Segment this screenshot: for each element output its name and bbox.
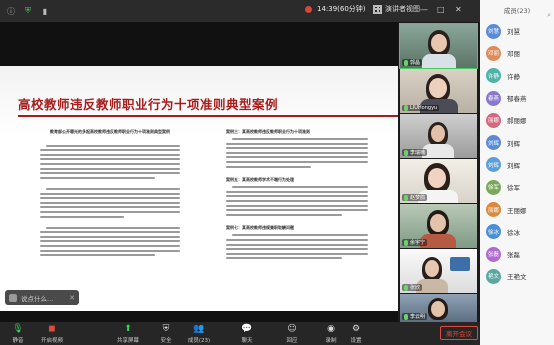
participant-name: 刘辉 (507, 161, 520, 170)
participant-name: 王艳文 (507, 273, 527, 282)
case-heading: 案例七：某高校教师违规兼职取酬问题 (226, 225, 294, 231)
video-tile[interactable]: 李云明 (400, 294, 477, 322)
participant-item[interactable]: 许静 许静 (480, 65, 554, 87)
microphone-icon: 🎙 (12, 324, 24, 334)
avatar: 邓丽 (486, 45, 501, 61)
chat-icon (9, 293, 17, 302)
mic-icon (404, 284, 408, 291)
avatar: 徐军 (486, 179, 501, 195)
meeting-timer: 14:39(60分钟) (305, 4, 366, 14)
shared-screen: 高校教师违反教师职业行为十项准则典型案例 教育部公开曝光的多起高校教师违反教师职… (0, 22, 398, 322)
mute-button[interactable]: 🎙 静音 (2, 323, 34, 344)
participant-name: 邓丽 (507, 50, 520, 59)
share-screen-button[interactable]: ⬆ 共享屏幕 (112, 323, 144, 344)
participant-item[interactable]: 春燕 郁春燕 (480, 87, 554, 109)
avatar: 丽娜 (486, 112, 501, 128)
video-tile[interactable]: 余宇宁 (400, 204, 477, 248)
close-icon[interactable]: ✕ (455, 5, 462, 14)
mic-icon (404, 239, 408, 246)
video-tile[interactable]: 赵梦鸽 (400, 159, 477, 203)
signal-icon[interactable]: ▮ (39, 5, 51, 17)
mic-icon (404, 59, 408, 66)
case-heading: 案例三：某高校教师违反教师职业行为十项准则 (226, 129, 310, 134)
chat-input-hint[interactable]: 说点什么... ✕ (5, 290, 79, 305)
share-screen-icon: ⬆ (124, 324, 132, 334)
chat-button[interactable]: 💬 聊天 (231, 323, 263, 344)
avatar: 刘辉 (486, 157, 501, 173)
avatar: 许静 (486, 68, 501, 84)
video-tile[interactable]: 李瑞楠 (400, 114, 477, 158)
document-heading: 教育部公开曝光的多起高校教师违反教师职业行为十项准则典型案例 (50, 129, 170, 134)
participant-item[interactable]: 艳文 王艳文 (480, 265, 554, 287)
avatar: 徐冰 (486, 224, 501, 240)
participant-name: 王丽娜 (507, 206, 527, 215)
minimize-icon[interactable]: — (420, 5, 428, 14)
participant-name: 刘辉 (507, 139, 520, 148)
participant-name: 张磊 (507, 251, 520, 260)
recording-dot-icon (305, 5, 312, 13)
slide-title: 高校教师违反教师职业行为十项准则典型案例 (18, 97, 279, 112)
leave-meeting-button[interactable]: 离开会议 (440, 326, 478, 340)
participant-item[interactable]: 邓丽 邓丽 (480, 42, 554, 64)
members-icon: 👥 (193, 324, 205, 334)
members-button[interactable]: 👥 成员(23) (183, 323, 215, 344)
participant-name: 徐军 (507, 184, 520, 193)
mic-icon (404, 149, 408, 156)
participant-item[interactable]: 刘慧 刘慧 (480, 20, 554, 42)
avatar: 艳文 (486, 268, 501, 284)
participant-item[interactable]: 徐冰 徐冰 (480, 221, 554, 243)
document-right-column: 案例三：某高校教师违反教师职业行为十项准则 案例五：某高校教师学术不端行为处理 … (226, 126, 368, 262)
security-button[interactable]: ⛨ 安全 (150, 323, 182, 344)
shield-icon[interactable]: ⛨ (22, 5, 34, 17)
participant-item[interactable]: 刘辉 刘辉 (480, 131, 554, 153)
shield-icon: ⛨ (162, 324, 170, 334)
participant-name: 徐冰 (507, 228, 520, 237)
avatar: 张磊 (486, 246, 501, 262)
document-left-column: 教育部公开曝光的多起高校教师违反教师职业行为十项准则典型案例 (40, 126, 180, 259)
grid-view-icon (373, 4, 382, 14)
participant-item[interactable]: 丽娜 郝丽娜 (480, 109, 554, 131)
mic-icon (404, 105, 408, 111)
top-bar: ⓘ ⛨ ▮ 14:39(60分钟) 演讲者视图 — □ ✕ (0, 0, 554, 22)
smile-icon: ☺ (287, 324, 297, 334)
participant-item[interactable]: 张磊 张磊 (480, 243, 554, 265)
participants-header: 成员(23) (503, 7, 531, 15)
avatar: 春燕 (486, 90, 501, 106)
search-icon[interactable]: ⌕ (547, 11, 551, 20)
participant-item[interactable]: 刘辉 刘辉 (480, 154, 554, 176)
case-heading: 案例五：某高校教师学术不端行为处理 (226, 177, 294, 183)
participant-name: 郝丽娜 (507, 117, 527, 126)
meeting-toolbar: 🎙 静音 ◼ 开启视频 ⬆ 共享屏幕 ⛨ 安全 👥 成员(23) 💬 聊天 ☺ … (0, 322, 480, 345)
avatar: 刘慧 (486, 23, 501, 39)
participant-name: 郁春燕 (507, 95, 527, 104)
maximize-icon[interactable]: □ (437, 5, 445, 14)
participant-name: 刘慧 (507, 28, 520, 37)
participant-name: 许静 (507, 72, 520, 81)
title-divider (18, 115, 398, 117)
chat-icon: 💬 (241, 324, 253, 334)
video-tile[interactable]: 郭晶 (399, 23, 478, 69)
react-button[interactable]: ☺ 回应 (276, 323, 308, 344)
video-strip: 郭晶 LIUHongyu 李瑞楠 赵梦鸽 余宇宁 张欣 李云明 (398, 22, 480, 322)
presentation-slide: 高校教师违反教师职业行为十项准则典型案例 教育部公开曝光的多起高校教师违反教师职… (0, 66, 398, 311)
start-video-button[interactable]: ◼ 开启视频 (36, 323, 68, 344)
participant-list: 刘慧 刘慧 邓丽 邓丽 许静 许静 春燕 郁春燕 丽娜 郝丽娜 刘辉 刘辉 刘辉 刘辉 徐军 徐军 丽娜 王丽娜徐… (480, 20, 554, 288)
camera-off-icon: ◼ (48, 324, 56, 334)
view-switch-button[interactable]: 演讲者视图 (373, 4, 420, 14)
avatar: 丽娜 (486, 202, 501, 218)
info-icon[interactable]: ⓘ (5, 5, 17, 17)
video-tile[interactable]: 张欣 (400, 249, 477, 293)
mic-icon (404, 313, 408, 320)
mic-icon (404, 194, 408, 201)
settings-button[interactable]: ⚙ 设置 (340, 323, 372, 344)
participant-item[interactable]: 丽娜 王丽娜 (480, 198, 554, 220)
participant-item[interactable]: 徐军 徐军 (480, 176, 554, 198)
participants-panel: 成员(23) ⌕ 刘慧 刘慧 邓丽 邓丽 许静 许静 春燕 郁春燕 丽娜 郝丽娜 刘辉 刘辉 刘辉 刘辉徐… (480, 0, 554, 345)
avatar: 刘辉 (486, 135, 501, 151)
record-icon: ◉ (327, 324, 335, 334)
gear-icon: ⚙ (351, 324, 361, 334)
close-icon[interactable]: ✕ (69, 294, 75, 302)
video-tile[interactable]: LIUHongyu (400, 69, 477, 113)
